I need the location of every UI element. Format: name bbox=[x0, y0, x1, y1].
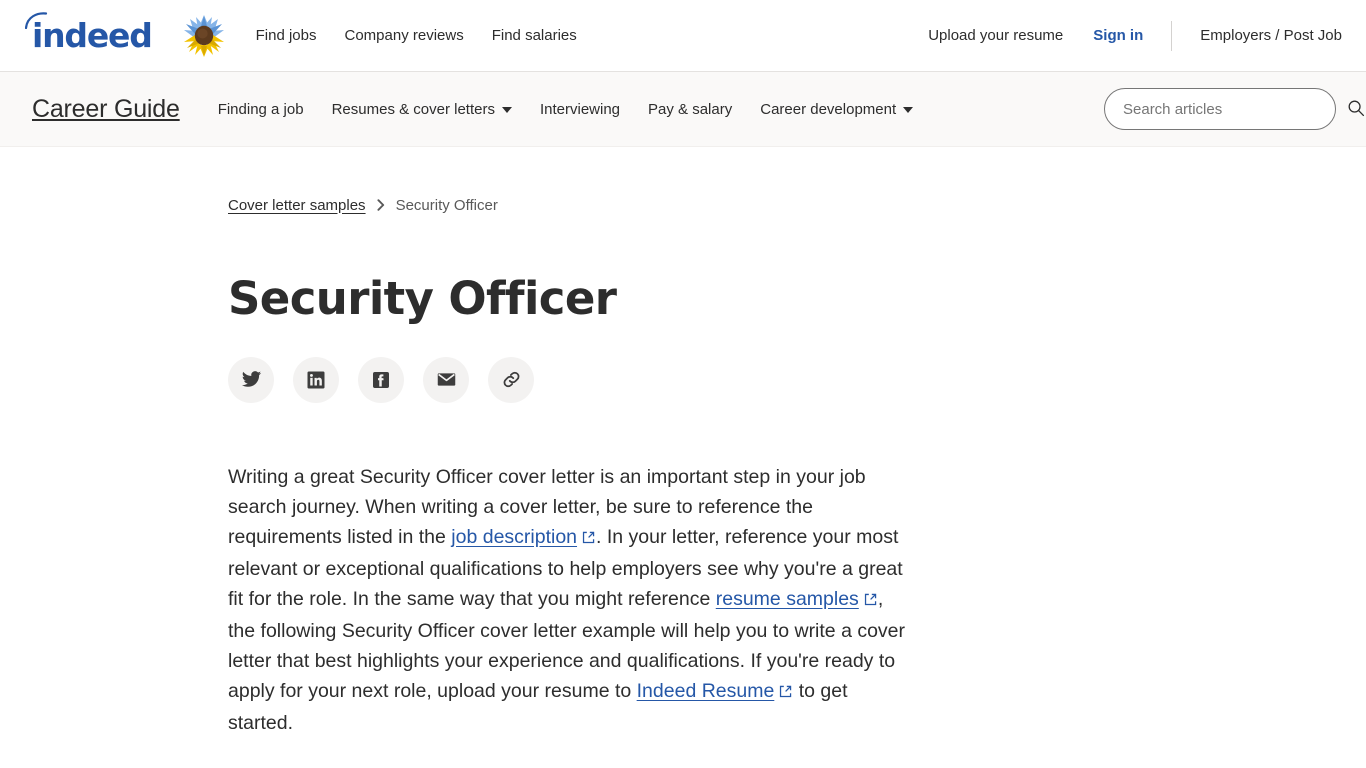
external-link-icon bbox=[581, 524, 596, 554]
job-description-link-label: job description bbox=[451, 525, 578, 548]
career-guide-nav: Career Guide Finding a job Resumes & cov… bbox=[0, 72, 1366, 147]
chevron-right-icon bbox=[375, 198, 387, 212]
resume-samples-link[interactable]: resume samples bbox=[716, 588, 878, 610]
upload-your-resume-link[interactable]: Upload your resume bbox=[928, 27, 1063, 44]
cg-item-label: Pay & salary bbox=[648, 100, 733, 118]
email-icon bbox=[436, 369, 457, 390]
global-nav-links: Find jobs Company reviews Find salaries bbox=[256, 27, 577, 44]
breadcrumb-parent-link[interactable]: Cover letter samples bbox=[228, 197, 366, 214]
employers-post-job-link[interactable]: Employers / Post Job bbox=[1200, 27, 1342, 44]
cg-item-career-development[interactable]: Career development bbox=[746, 101, 927, 118]
article-search-group bbox=[1104, 88, 1366, 130]
facebook-icon bbox=[371, 370, 391, 390]
search-articles-input[interactable] bbox=[1104, 88, 1336, 130]
breadcrumb-current: Security Officer bbox=[395, 196, 498, 214]
article-container: Cover letter samples Security Officer Se… bbox=[228, 193, 910, 768]
cg-item-label: Finding a job bbox=[217, 100, 304, 118]
cg-item-label: Career development bbox=[760, 100, 897, 118]
page-title: Security Officer bbox=[228, 272, 617, 325]
global-header: indeed Find jobs Company reviews Find sa… bbox=[0, 0, 1366, 72]
cg-item-pay-salary[interactable]: Pay & salary bbox=[634, 101, 746, 118]
external-link-icon bbox=[778, 678, 793, 708]
career-guide-title[interactable]: Career Guide bbox=[32, 95, 180, 124]
indeed-sunflower-icon bbox=[172, 14, 224, 58]
job-description-link[interactable]: job description bbox=[451, 526, 596, 548]
share-linkedin-button[interactable] bbox=[293, 356, 339, 403]
indeed-swoosh-icon bbox=[25, 12, 55, 29]
cg-item-resumes-cover-letters[interactable]: Resumes & cover letters bbox=[318, 101, 526, 118]
external-link-icon bbox=[863, 586, 878, 616]
indeed-resume-link-label: Indeed Resume bbox=[636, 679, 775, 702]
article-intro-paragraph: Writing a great Security Officer cover l… bbox=[228, 462, 908, 738]
twitter-icon bbox=[241, 369, 262, 390]
cg-item-interviewing[interactable]: Interviewing bbox=[526, 101, 634, 118]
share-email-button[interactable] bbox=[423, 356, 469, 403]
cg-item-label: Resumes & cover letters bbox=[331, 100, 495, 118]
nav-company-reviews[interactable]: Company reviews bbox=[345, 27, 464, 44]
resume-samples-link-label: resume samples bbox=[715, 587, 859, 610]
share-facebook-button[interactable] bbox=[358, 356, 404, 403]
nav-find-jobs[interactable]: Find jobs bbox=[256, 27, 317, 44]
cg-item-finding-a-job[interactable]: Finding a job bbox=[204, 101, 318, 118]
chevron-down-icon bbox=[903, 107, 914, 113]
search-icon bbox=[1347, 99, 1365, 120]
career-guide-nav-items: Finding a job Resumes & cover letters In… bbox=[204, 101, 927, 118]
link-icon bbox=[501, 369, 522, 390]
indeed-resume-link[interactable]: Indeed Resume bbox=[637, 680, 794, 702]
main-content: Cover letter samples Security Officer Se… bbox=[0, 147, 1366, 768]
share-twitter-button[interactable] bbox=[228, 356, 274, 403]
search-submit-button[interactable] bbox=[1346, 99, 1366, 119]
share-buttons bbox=[228, 356, 910, 403]
chevron-down-icon bbox=[501, 107, 512, 113]
global-nav-account-links: Upload your resume Sign in Employers / P… bbox=[928, 20, 1342, 51]
indeed-wordmark: indeed bbox=[25, 12, 153, 52]
sign-in-link[interactable]: Sign in bbox=[1093, 27, 1143, 44]
header-divider bbox=[1171, 20, 1173, 51]
share-copy-link-button[interactable] bbox=[488, 356, 534, 403]
breadcrumb: Cover letter samples Security Officer bbox=[228, 193, 910, 217]
nav-find-salaries[interactable]: Find salaries bbox=[492, 27, 577, 44]
global-header-left: indeed Find jobs Company reviews Find sa… bbox=[25, 12, 577, 58]
indeed-logo-link[interactable]: indeed bbox=[25, 12, 224, 58]
cg-item-label: Interviewing bbox=[539, 100, 621, 118]
linkedin-icon bbox=[306, 370, 326, 390]
